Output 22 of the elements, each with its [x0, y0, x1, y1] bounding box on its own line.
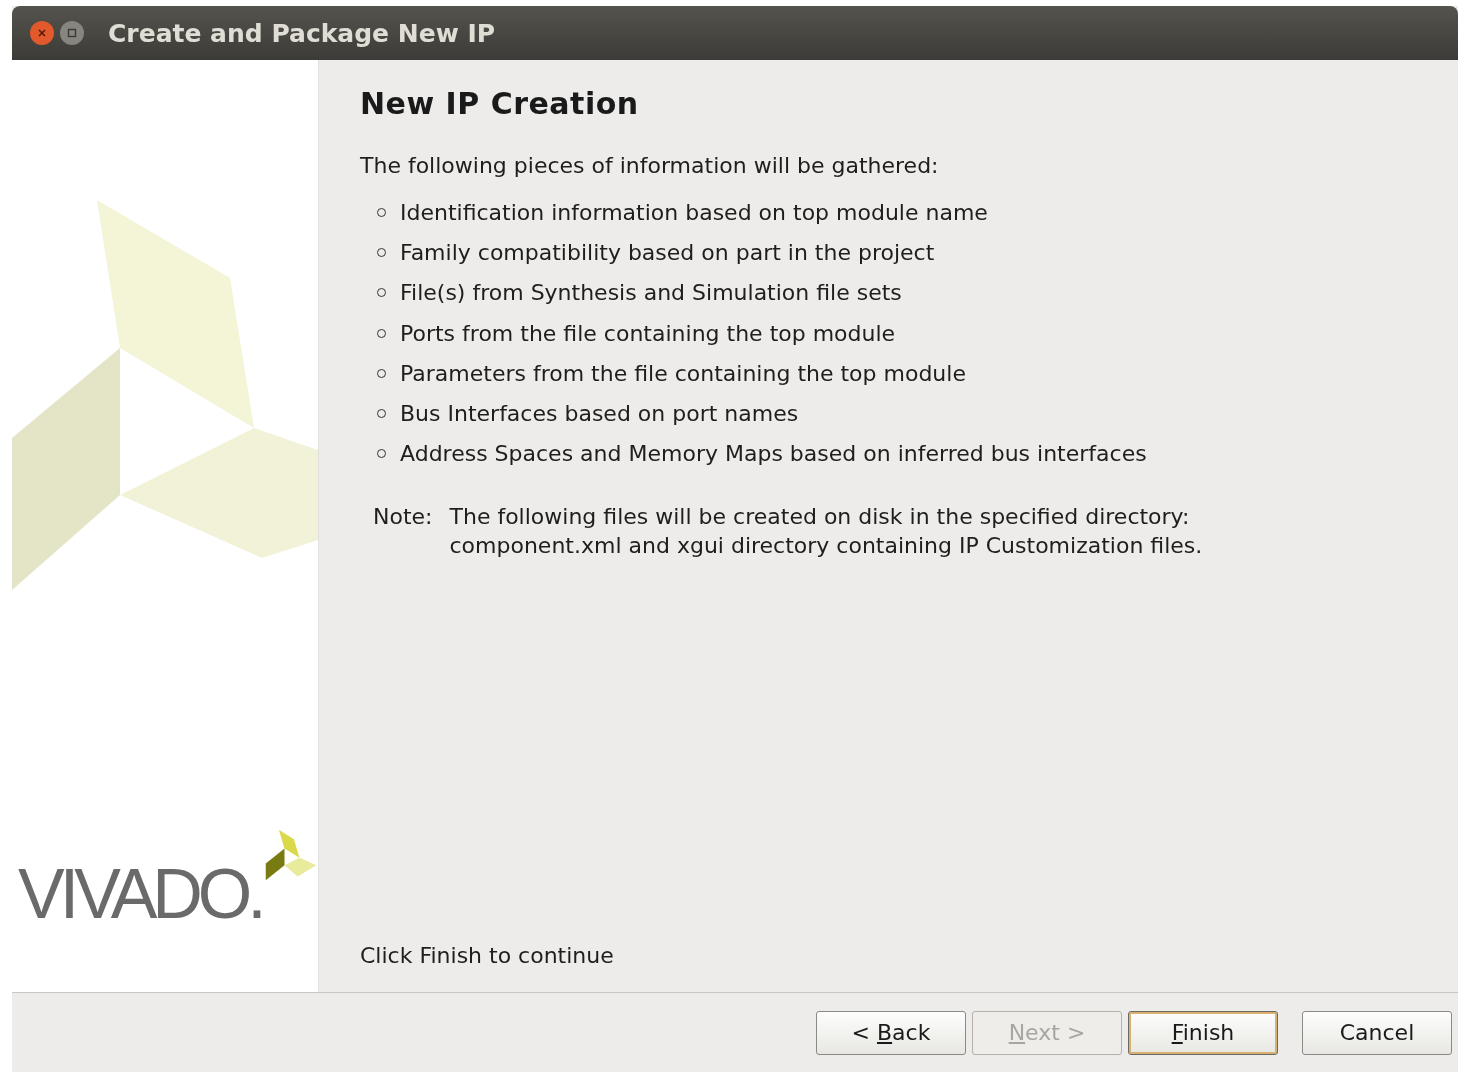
page-heading: New IP Creation	[360, 86, 640, 121]
list-item: Identification information based on top module name	[400, 199, 988, 225]
dialog-button[interactable]: < Back	[816, 1010, 966, 1055]
note-label: Note:	[373, 503, 433, 532]
dialog-button[interactable]: Finish	[1128, 1010, 1278, 1055]
list-item: Family compatibility based on part in the project	[400, 239, 935, 265]
dialog-button[interactable]: Cancel	[1302, 1010, 1452, 1055]
maximize-icon	[67, 28, 77, 38]
intro-text: The following pieces of information will be gathered:	[360, 153, 940, 178]
close-icon	[37, 28, 47, 38]
list-item: File(s) from Synthesis and Simulation file sets	[400, 280, 902, 306]
list-item: Bus Interfaces based on port names	[400, 401, 799, 427]
note-text: The following files will be created on disk in the specified directory:	[449, 503, 1191, 532]
close-button[interactable]	[30, 21, 54, 45]
window-title: Create and Package New IP	[108, 18, 496, 48]
note-text: component.xml and xgui directory containing IP Customization files.	[449, 532, 1203, 561]
maximize-button[interactable]	[60, 21, 84, 45]
logo-text: VIVADO.	[18, 854, 262, 934]
footer-text: Click Finish to continue	[360, 943, 615, 968]
list-item: Parameters from the file containing the top module	[400, 360, 966, 386]
list-item: Address Spaces and Memory Maps based on inferred bus interfaces	[400, 441, 1147, 467]
list-item: Ports from the file containing the top module	[400, 320, 896, 346]
